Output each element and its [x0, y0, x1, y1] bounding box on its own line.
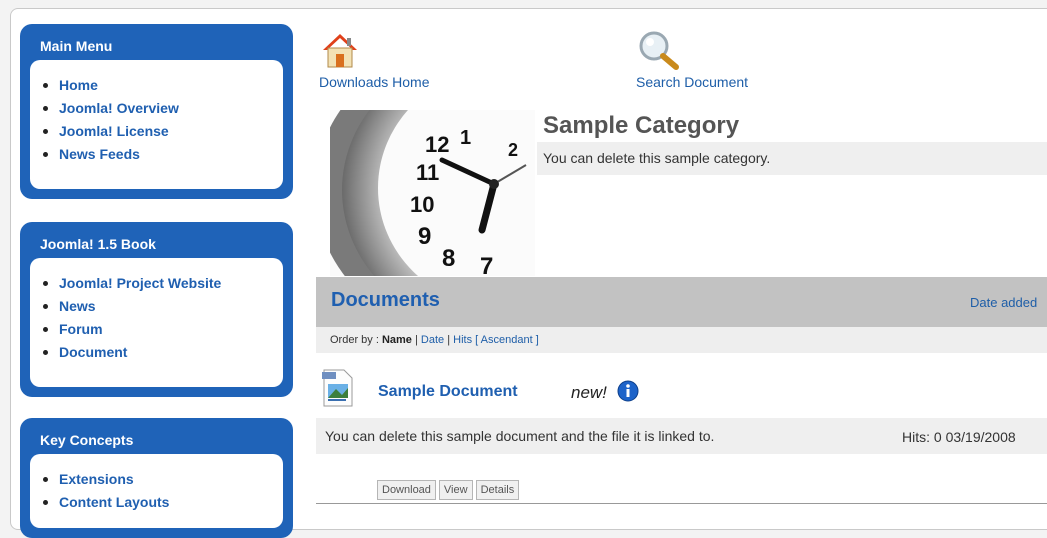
downloads-home-label: Downloads Home [319, 74, 430, 90]
menu-item-label: News Feeds [59, 146, 140, 162]
bullet-icon [43, 350, 48, 355]
book-menu-body: Joomla! Project Website News Forum Docum… [30, 258, 283, 387]
divider [316, 503, 1047, 504]
new-badge: new! [571, 383, 607, 402]
menu-item-joomla-license[interactable]: Joomla! License [43, 120, 283, 143]
category-title: Sample Category [543, 112, 740, 139]
download-button[interactable]: Download [377, 480, 436, 500]
document-title-link[interactable]: Sample Document [378, 383, 518, 401]
search-document-link[interactable]: Search Document [636, 30, 748, 90]
bullet-icon [43, 477, 48, 482]
order-by-label: Order by : [330, 334, 379, 346]
key-concepts-module: Key Concepts Extensions Content Layouts [20, 418, 293, 538]
house-icon [323, 34, 357, 68]
document-description-bar: You can delete this sample document and … [316, 418, 1047, 454]
image-file-icon [320, 368, 354, 413]
menu-item-label: Content Layouts [59, 494, 170, 510]
documents-title: Documents [331, 289, 440, 311]
svg-text:12: 12 [425, 132, 449, 157]
documents-header: Documents Date added [316, 277, 1047, 327]
main-menu-module: Main Menu Home Joomla! Overview Joomla! … [20, 24, 293, 199]
bullet-icon [43, 500, 48, 505]
menu-item-label: Home [59, 77, 98, 93]
details-button[interactable]: Details [475, 480, 520, 500]
document-hits: Hits: 0 [902, 429, 942, 445]
bullet-icon [43, 152, 48, 157]
order-date-link[interactable]: Date [421, 334, 444, 346]
main-menu-list: Home Joomla! Overview Joomla! License Ne… [30, 60, 283, 166]
order-separator: | [447, 334, 451, 346]
menu-item-label: Joomla! Project Website [59, 275, 222, 291]
menu-item-forum[interactable]: Forum [43, 318, 283, 341]
info-icon[interactable] [617, 380, 639, 407]
downloads-home-link[interactable]: Downloads Home [319, 30, 430, 90]
svg-text:2: 2 [508, 140, 518, 160]
bullet-icon [43, 83, 48, 88]
search-document-label: Search Document [636, 74, 749, 90]
menu-item-joomla-overview[interactable]: Joomla! Overview [43, 97, 283, 120]
bullet-icon [43, 106, 48, 111]
menu-item-document[interactable]: Document [43, 341, 283, 364]
svg-text:9: 9 [418, 223, 431, 250]
document-meta: Hits: 0 03/19/2008 [902, 429, 1016, 445]
menu-item-home[interactable]: Home [43, 74, 283, 97]
svg-text:1: 1 [460, 127, 471, 149]
magnifier-icon [639, 31, 679, 70]
key-concepts-list: Extensions Content Layouts [30, 454, 283, 514]
menu-item-extensions[interactable]: Extensions [43, 468, 283, 491]
document-actions: Download View Details [377, 480, 520, 500]
menu-item-label: Forum [59, 321, 103, 337]
key-concepts-title: Key Concepts [40, 432, 134, 448]
order-separator: | [415, 334, 418, 346]
book-menu-module: Joomla! 1.5 Book Joomla! Project Website… [20, 222, 293, 397]
order-direction-link[interactable]: [ Ascendant ] [475, 334, 539, 346]
category-clock-image: 12 1 2 11 10 9 8 7 [330, 110, 535, 276]
main-menu-title: Main Menu [40, 38, 113, 54]
document-description: You can delete this sample document and … [325, 428, 715, 444]
menu-item-news[interactable]: News [43, 295, 283, 318]
key-concepts-body: Extensions Content Layouts [30, 454, 283, 528]
menu-item-label: Document [59, 344, 128, 360]
book-menu-title: Joomla! 1.5 Book [40, 236, 156, 252]
svg-text:8: 8 [442, 245, 455, 272]
order-hits-link[interactable]: Hits [453, 334, 472, 346]
svg-text:7: 7 [480, 253, 493, 276]
order-by-bar: Order by : Name | Date | Hits [ Ascendan… [316, 327, 1047, 353]
menu-item-label: News [59, 298, 96, 314]
menu-item-label: Joomla! Overview [59, 100, 179, 116]
bullet-icon [43, 327, 48, 332]
book-menu-list: Joomla! Project Website News Forum Docum… [30, 258, 283, 364]
bullet-icon [43, 304, 48, 309]
category-description: You can delete this sample category. [537, 142, 1047, 175]
menu-item-label: Joomla! License [59, 123, 169, 139]
menu-item-content-layouts[interactable]: Content Layouts [43, 491, 283, 514]
bullet-icon [43, 129, 48, 134]
document-date: 03/19/2008 [945, 429, 1016, 445]
view-button[interactable]: View [438, 480, 473, 500]
order-name: Name [381, 334, 412, 346]
svg-text:10: 10 [410, 192, 434, 217]
date-added-sort-link[interactable]: Date added [970, 295, 1037, 310]
main-menu-body: Home Joomla! Overview Joomla! License Ne… [30, 60, 283, 189]
menu-item-news-feeds[interactable]: News Feeds [43, 143, 283, 166]
menu-item-label: Extensions [59, 471, 134, 487]
menu-item-project-website[interactable]: Joomla! Project Website [43, 272, 283, 295]
svg-text:11: 11 [416, 160, 439, 185]
bullet-icon [43, 281, 48, 286]
